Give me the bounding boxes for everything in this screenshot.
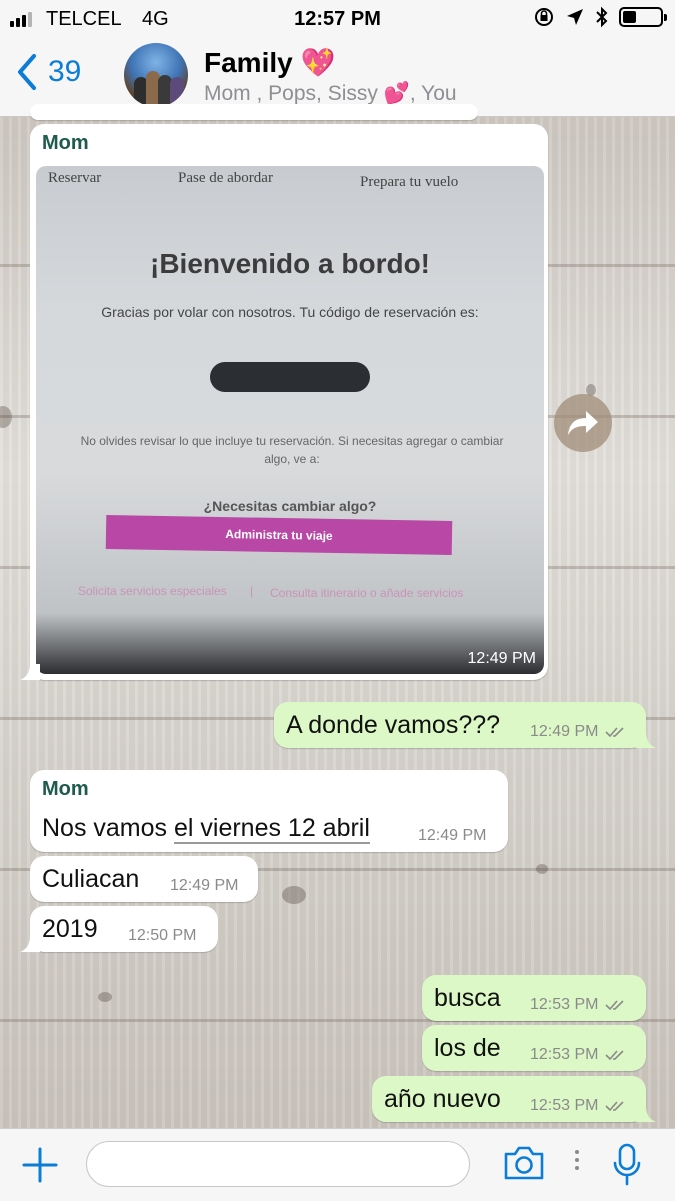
double-check-icon — [605, 1050, 624, 1060]
message-bubble-incoming[interactable]: Mom Nos vamos el viernes 12 abril 12:49 … — [30, 770, 508, 852]
message-time: 12:49 PM — [170, 877, 239, 894]
message-text: los de — [434, 1034, 501, 1062]
bubble-tail — [636, 732, 656, 748]
camera-icon[interactable] — [502, 1145, 546, 1181]
message-input[interactable] — [86, 1141, 470, 1187]
more-dots-icon — [575, 1150, 579, 1170]
message-bubble-partial[interactable] — [30, 104, 478, 120]
photo-note: No olvides revisar lo que incluye tu res… — [80, 434, 504, 466]
message-text: Culiacan — [42, 865, 140, 893]
group-avatar[interactable] — [124, 43, 188, 107]
chat-participants[interactable]: Mom , Pops, Sissy 💕, You — [204, 82, 457, 106]
message-text: Nos vamos el viernes 12 abril — [42, 814, 370, 844]
chevron-left-icon — [18, 54, 36, 90]
status-icons — [533, 6, 667, 28]
message-bubble-incoming[interactable]: Culiacan 12:49 PM — [30, 856, 258, 902]
redacted-code — [210, 362, 370, 392]
photo-nav-item: Reservar — [48, 170, 102, 186]
date-link[interactable]: el viernes 12 abril — [173, 814, 370, 844]
photo-nav-item: Pase de abordar — [178, 170, 273, 186]
message-time: 12:49 PM — [418, 827, 487, 844]
photo-nav-item: Prepara tu vuelo — [360, 174, 459, 190]
message-time: 12:53 PM — [530, 1097, 627, 1115]
photo-thanks: Gracias por volar con nosotros. Tu códig… — [101, 304, 479, 320]
message-bubble-outgoing[interactable]: busca 12:53 PM — [422, 975, 646, 1021]
photo-need-change: ¿Necesitas cambiar algo? — [203, 498, 377, 514]
message-text: 2019 — [42, 915, 98, 943]
double-check-icon — [605, 727, 624, 737]
microphone-icon[interactable] — [612, 1143, 642, 1187]
message-bubble-outgoing[interactable]: año nuevo 12:53 PM — [372, 1076, 656, 1122]
composer-bar — [0, 1128, 675, 1201]
back-button[interactable]: 39 — [14, 52, 81, 92]
battery-icon — [619, 7, 667, 27]
message-time: 12:53 PM — [530, 1046, 627, 1064]
wood-knot — [98, 992, 112, 1002]
message-text: A donde vamos??? — [286, 711, 501, 739]
message-bubble-outgoing[interactable]: los de 12:53 PM — [422, 1025, 646, 1071]
message-bubble-image[interactable]: Mom Reservar Pase de abordar Prepara tu … — [20, 124, 548, 680]
message-bubble-incoming[interactable]: 2019 12:50 PM — [20, 906, 218, 952]
photo-separator: | — [250, 584, 254, 598]
message-time: 12:49 PM — [467, 650, 536, 667]
sender-name: Mom — [42, 132, 89, 154]
message-bubble-outgoing[interactable]: A donde vamos??? 12:49 PM — [274, 702, 656, 748]
status-bar: TELCEL 4G 12:57 PM — [0, 0, 675, 38]
wood-knot — [536, 864, 548, 874]
forward-button[interactable] — [554, 394, 612, 452]
location-icon — [567, 9, 583, 25]
message-time: 12:50 PM — [128, 927, 197, 944]
message-text: año nuevo — [384, 1085, 501, 1113]
shared-photo[interactable]: Reservar Pase de abordar Prepara tu vuel… — [36, 166, 544, 674]
message-time: 12:53 PM — [530, 996, 627, 1014]
plus-icon[interactable] — [22, 1147, 58, 1183]
photo-welcome: ¡Bienvenido a bordo! — [150, 248, 430, 279]
photo-cta: Administra tu viaje — [105, 514, 453, 556]
photo-link: Consulta itinerario o añade servicios — [270, 586, 464, 600]
bluetooth-icon — [596, 6, 608, 28]
wood-knot — [282, 886, 306, 904]
double-check-icon — [605, 1000, 624, 1010]
chat-title[interactable]: Family 💖 — [204, 46, 335, 79]
message-text: busca — [434, 984, 501, 1012]
bubble-tail — [20, 664, 40, 680]
wood-knot — [0, 406, 12, 428]
forward-icon — [568, 411, 598, 435]
message-time: 12:49 PM — [530, 723, 627, 741]
double-check-icon — [605, 1101, 624, 1111]
bubble-tail — [20, 936, 40, 952]
unread-count: 39 — [48, 55, 82, 88]
sender-name: Mom — [42, 778, 89, 800]
orientation-lock-icon — [535, 8, 553, 26]
bubble-tail — [636, 1106, 656, 1122]
photo-link: Solicita servicios especiales — [78, 584, 227, 598]
